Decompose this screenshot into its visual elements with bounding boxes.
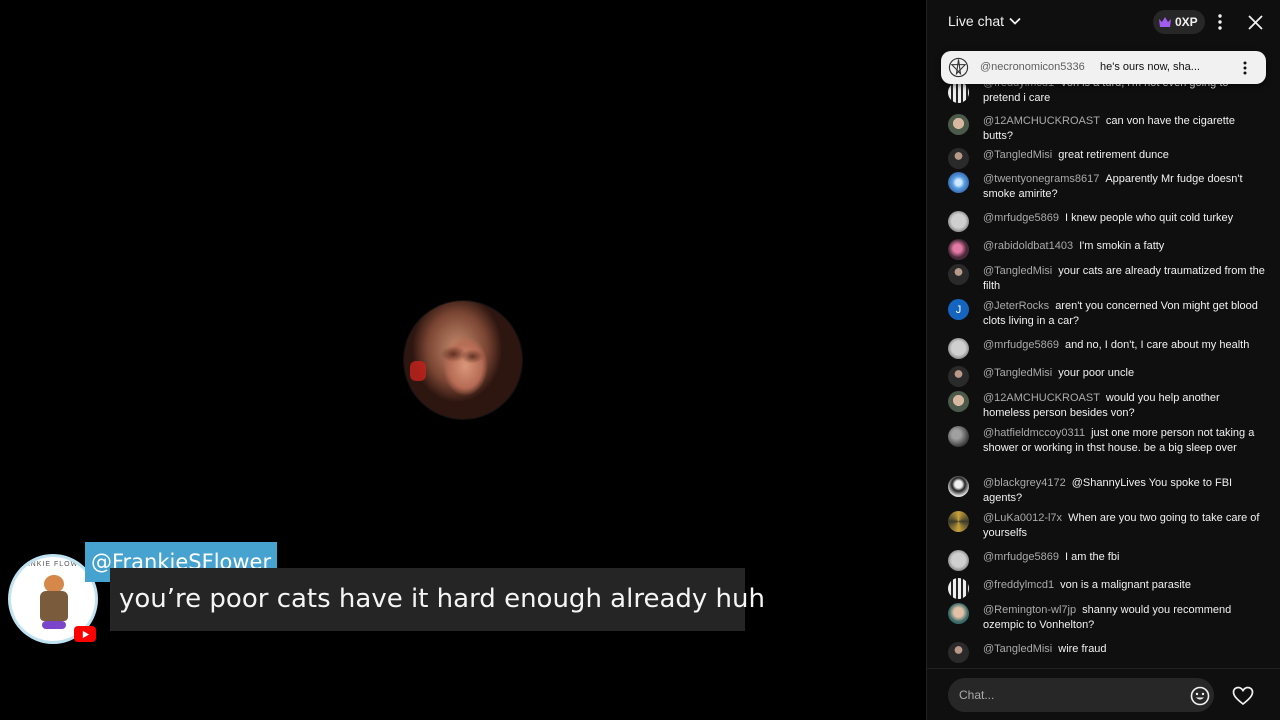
pinned-more-button[interactable] bbox=[1237, 59, 1253, 77]
chevron-down-icon bbox=[1009, 17, 1021, 25]
chat-message-body: @TangledMisi your poor uncle bbox=[983, 366, 1265, 381]
chat-username[interactable]: @twentyonegrams8617 bbox=[983, 173, 1099, 185]
chat-avatar[interactable] bbox=[948, 338, 969, 359]
chat-username[interactable]: @TangledMisi bbox=[983, 367, 1052, 379]
chat-username[interactable]: @Remington-wl7jp bbox=[983, 604, 1076, 616]
xp-badge[interactable]: 0XP bbox=[1153, 10, 1205, 34]
chat-avatar[interactable] bbox=[948, 114, 969, 135]
chat-username[interactable]: @freddylmcd1 bbox=[983, 579, 1054, 591]
chat-text: your poor uncle bbox=[1058, 367, 1135, 379]
chat-username[interactable]: @TangledMisi bbox=[983, 265, 1052, 277]
chat-username[interactable]: @hatfieldmccoy0311 bbox=[983, 427, 1085, 439]
emoji-icon bbox=[1190, 686, 1210, 706]
chat-username[interactable]: @rabidoldbat1403 bbox=[983, 240, 1073, 252]
chat-message-body: @TangledMisi great retirement dunce bbox=[983, 148, 1265, 163]
chat-message-body: @mrfudge5869 I knew people who quit cold … bbox=[983, 211, 1265, 226]
more-vert-icon bbox=[1243, 61, 1247, 75]
chat-username[interactable]: @JeterRocks bbox=[983, 300, 1049, 312]
chat-avatar[interactable] bbox=[948, 578, 969, 599]
chat-mode-selector[interactable]: Live chat bbox=[948, 13, 1022, 29]
chat-message-body: @twentyonegrams8617 Apparently Mr fudge d… bbox=[983, 172, 1265, 201]
chat-highlight-overlay: ANKIE FLOW @FrankieSFlower you’re poor c… bbox=[8, 540, 765, 646]
chat-username[interactable]: @mrfudge5869 bbox=[983, 339, 1059, 351]
close-chat-button[interactable] bbox=[1245, 12, 1265, 32]
chat-username[interactable]: @mrfudge5869 bbox=[983, 551, 1059, 563]
chat-avatar[interactable] bbox=[948, 476, 969, 497]
chat-text: I am the fbi bbox=[1065, 551, 1120, 563]
avatar-figure bbox=[36, 575, 72, 631]
chat-message-body: @12AMCHUCKROAST would you help another ho… bbox=[983, 391, 1265, 420]
chat-avatar[interactable] bbox=[948, 511, 969, 532]
pinned-text: he's ours now, sha... bbox=[1100, 61, 1200, 73]
youtube-icon bbox=[74, 626, 96, 642]
chat-avatar[interactable] bbox=[948, 264, 969, 285]
chat-username[interactable]: @12AMCHUCKROAST bbox=[983, 115, 1100, 127]
chat-avatar[interactable] bbox=[948, 391, 969, 412]
chat-message-body: @JeterRocks aren't you concerned Von migh… bbox=[983, 299, 1265, 328]
chat-message-body: @Remington-wl7jp shanny would you recomme… bbox=[983, 603, 1265, 632]
chat-avatar[interactable] bbox=[948, 211, 969, 232]
pinned-username: @necronomicon5336 bbox=[980, 61, 1085, 73]
chat-text: I knew people who quit cold turkey bbox=[1065, 212, 1234, 224]
chat-message-body: @freddylmcd1 von is a malignant parasite bbox=[983, 578, 1265, 593]
host-avatar bbox=[404, 301, 522, 419]
chat-text: and no, I don't, I care about my health bbox=[1065, 339, 1250, 351]
chat-message-body: @mrfudge5869 and no, I don't, I care abou… bbox=[983, 338, 1265, 353]
chat-avatar[interactable] bbox=[948, 550, 969, 571]
chat-avatar[interactable] bbox=[948, 366, 969, 387]
chat-username[interactable]: @mrfudge5869 bbox=[983, 212, 1059, 224]
overlay-avatar-text: ANKIE FLOW bbox=[25, 561, 79, 568]
chat-avatar[interactable] bbox=[948, 603, 969, 624]
chat-input-row bbox=[927, 668, 1280, 720]
chat-avatar[interactable] bbox=[948, 148, 969, 169]
heart-reaction-button[interactable] bbox=[1231, 684, 1255, 708]
emoji-button[interactable] bbox=[1189, 685, 1211, 707]
chat-username[interactable]: @blackgrey4172 bbox=[983, 477, 1066, 489]
chat-message-body: @mrfudge5869 I am the fbi bbox=[983, 550, 1265, 565]
chat-text: von is a malignant parasite bbox=[1060, 579, 1191, 591]
chat-avatar[interactable] bbox=[948, 239, 969, 260]
chat-message-body: @12AMCHUCKROAST can von have the cigarett… bbox=[983, 114, 1265, 143]
xp-value: 0XP bbox=[1175, 15, 1198, 29]
close-icon bbox=[1247, 14, 1263, 30]
chat-message-body: @TangledMisi wire fraud bbox=[983, 642, 1265, 657]
pentagram-icon bbox=[948, 57, 969, 78]
heart-icon bbox=[1232, 686, 1254, 706]
chat-message-body: @TangledMisi your cats are already trauma… bbox=[983, 264, 1265, 293]
video-player[interactable]: ANKIE FLOW @FrankieSFlower you’re poor c… bbox=[0, 0, 926, 720]
chat-username[interactable]: @TangledMisi bbox=[983, 149, 1052, 161]
live-chat-panel: Live chat 0XP @necronomicon5336 he's our… bbox=[926, 0, 1280, 720]
chat-avatar[interactable]: J bbox=[948, 299, 969, 320]
crown-icon bbox=[1159, 17, 1171, 27]
chat-input[interactable] bbox=[948, 678, 1214, 712]
chat-message-body: @blackgrey4172 @ShannyLives You spoke to … bbox=[983, 476, 1265, 505]
chat-username[interactable]: @12AMCHUCKROAST bbox=[983, 392, 1100, 404]
chat-text: I'm smokin a fatty bbox=[1079, 240, 1165, 252]
chat-username[interactable]: @TangledMisi bbox=[983, 643, 1052, 655]
chat-message-body: @rabidoldbat1403 I'm smokin a fatty bbox=[983, 239, 1265, 254]
chat-text: wire fraud bbox=[1058, 643, 1107, 655]
chat-message-body: @hatfieldmccoy0311 just one more person n… bbox=[983, 426, 1265, 455]
chat-avatar[interactable] bbox=[948, 82, 969, 103]
chat-avatar[interactable] bbox=[948, 426, 969, 447]
overlay-message: you’re poor cats have it hard enough alr… bbox=[110, 568, 765, 631]
chat-message-body: @LuKa0012-l7x When are you two going to t… bbox=[983, 511, 1265, 540]
chat-username[interactable]: @LuKa0012-l7x bbox=[983, 512, 1062, 524]
pinned-message[interactable]: @necronomicon5336 he's ours now, sha... bbox=[941, 51, 1266, 84]
more-options-button[interactable] bbox=[1210, 12, 1230, 32]
chat-title: Live chat bbox=[948, 13, 1005, 29]
chat-text: great retirement dunce bbox=[1058, 149, 1169, 161]
more-vert-icon bbox=[1218, 14, 1222, 30]
chat-avatar[interactable] bbox=[948, 642, 969, 663]
chat-avatar[interactable] bbox=[948, 172, 969, 193]
chat-message-list[interactable]: @freddylmcd1Von is a turd, i'm not even … bbox=[927, 44, 1280, 668]
chat-header: Live chat 0XP bbox=[927, 0, 1280, 44]
